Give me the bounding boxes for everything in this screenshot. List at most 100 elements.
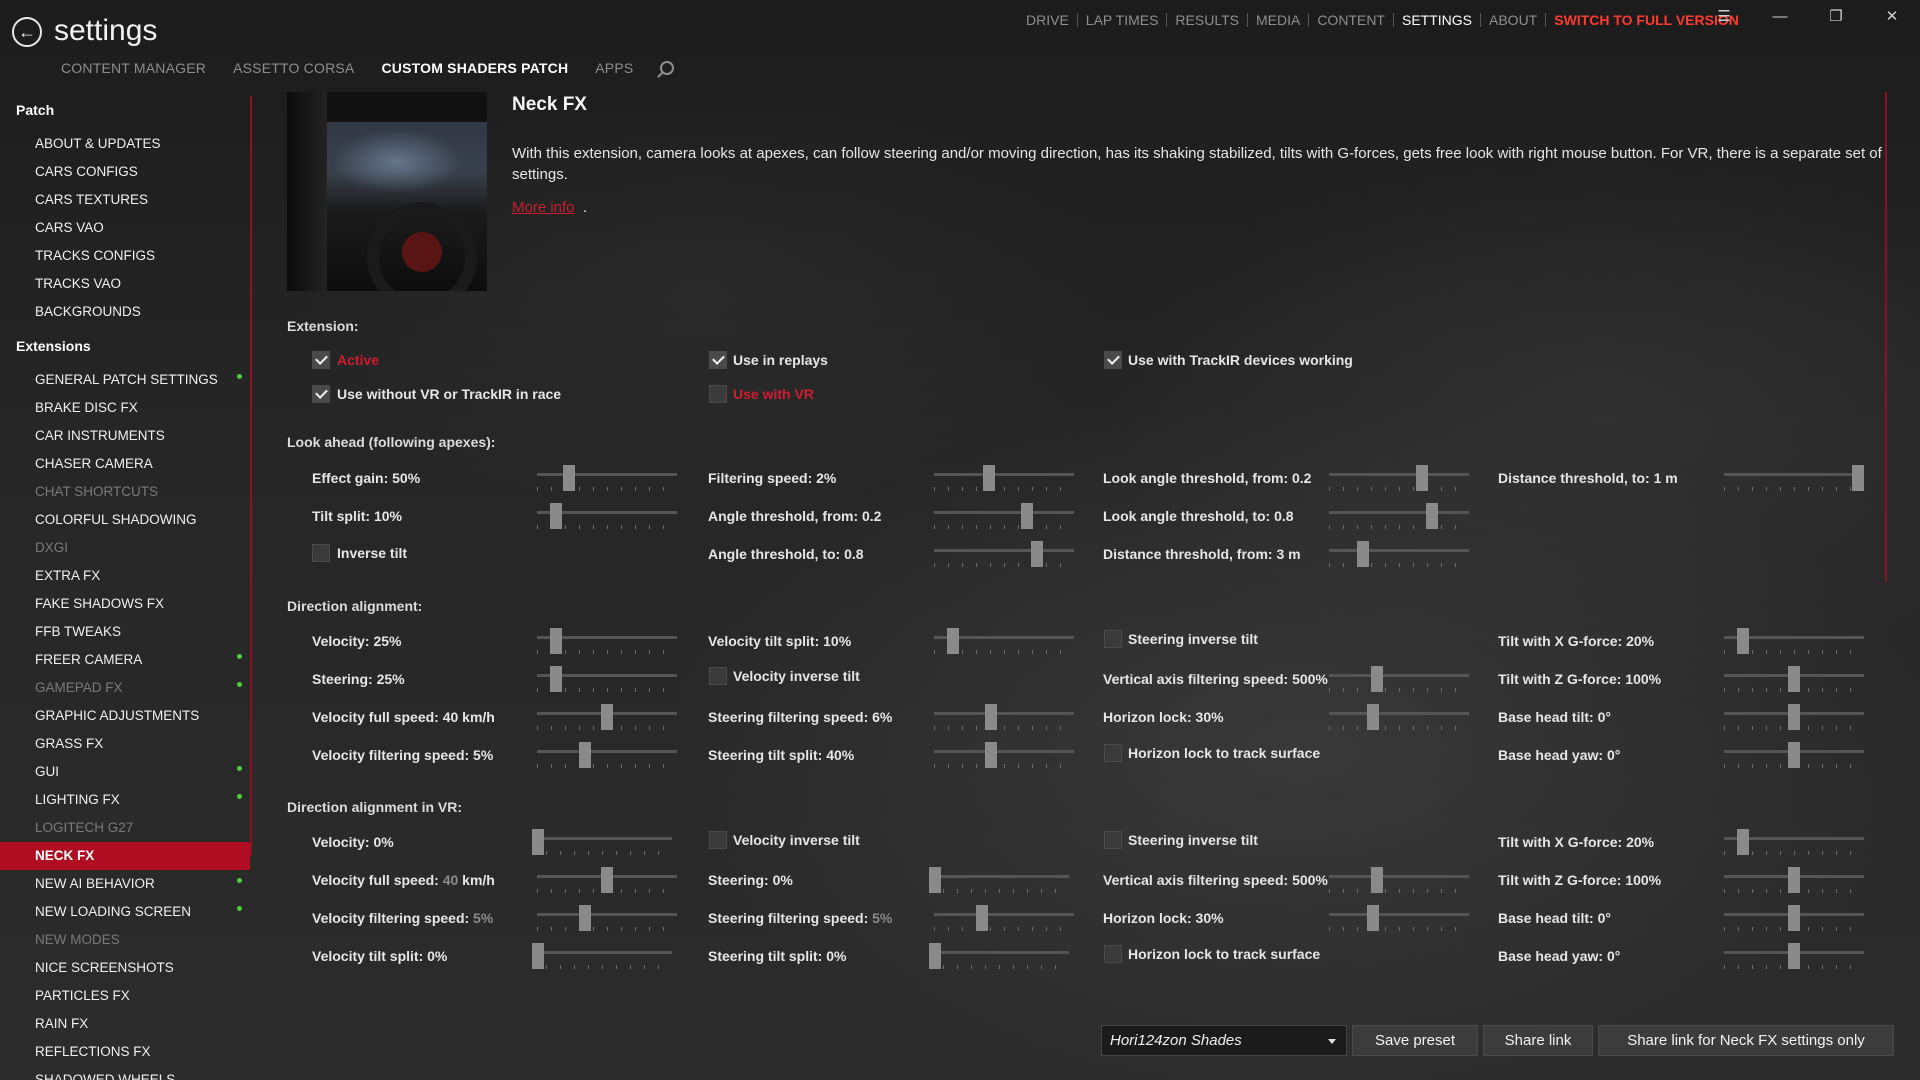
vr-horizon-lock-track-checkbox[interactable]: [1104, 945, 1122, 963]
horizon-lock-slider[interactable]: [1329, 704, 1469, 734]
sidebar-item-fake-shadows-fx[interactable]: FAKE SHADOWS FX: [0, 590, 250, 618]
sidebar-item-gui[interactable]: GUI: [0, 758, 250, 786]
sidebar-item-extra-fx[interactable]: EXTRA FX: [0, 562, 250, 590]
sidebar-item-cars-textures[interactable]: CARS TEXTURES: [0, 186, 250, 214]
slider-thumb[interactable]: [601, 867, 613, 893]
share-link-button[interactable]: Share link: [1483, 1025, 1593, 1056]
sidebar-item-rain-fx[interactable]: RAIN FX: [0, 1010, 250, 1038]
nav-media[interactable]: MEDIA: [1248, 12, 1308, 28]
sidebar-item-logitech-g27[interactable]: LOGITECH G27: [0, 814, 250, 842]
slider-thumb[interactable]: [1031, 541, 1043, 567]
slider-track[interactable]: [1329, 875, 1469, 878]
slider-track[interactable]: [1329, 549, 1469, 552]
slider-thumb[interactable]: [563, 465, 575, 491]
sidebar-item-about-updates[interactable]: ABOUT & UPDATES: [0, 130, 250, 158]
vr-vertical-filtering-slider[interactable]: [1329, 867, 1469, 897]
filtering-speed-slider[interactable]: [934, 465, 1074, 495]
sidebar-item-particles-fx[interactable]: PARTICLES FX: [0, 982, 250, 1010]
slider-track[interactable]: [1329, 712, 1469, 715]
restore-icon[interactable]: ❐: [1808, 0, 1864, 32]
sidebar-item-tracks-configs[interactable]: TRACKS CONFIGS: [0, 242, 250, 270]
slider-thumb[interactable]: [550, 503, 562, 529]
angle-to-slider[interactable]: [934, 541, 1074, 571]
velocity-tilt-split-slider[interactable]: [934, 628, 1074, 658]
nav-about[interactable]: ABOUT: [1481, 12, 1545, 28]
close-icon[interactable]: ✕: [1864, 0, 1920, 32]
use-without-vr-checkbox[interactable]: [312, 385, 330, 403]
slider-thumb[interactable]: [1852, 465, 1864, 491]
slider-thumb[interactable]: [1021, 503, 1033, 529]
slider-thumb[interactable]: [1788, 905, 1800, 931]
vr-steering-filtering-slider[interactable]: [934, 905, 1074, 935]
vertical-filtering-slider[interactable]: [1329, 666, 1469, 696]
vr-velocity-inverse-tilt-checkbox[interactable]: [709, 831, 727, 849]
slider-track[interactable]: [537, 750, 677, 753]
steering-slider[interactable]: [537, 666, 677, 696]
sidebar-item-lighting-fx[interactable]: LIGHTING FX: [0, 786, 250, 814]
save-preset-button[interactable]: Save preset: [1352, 1025, 1478, 1056]
sidebar-item-grass-fx[interactable]: GRASS FX: [0, 730, 250, 758]
slider-track[interactable]: [934, 712, 1074, 715]
slider-track[interactable]: [1329, 511, 1469, 514]
slider-thumb[interactable]: [929, 867, 941, 893]
sidebar-item-gamepad-fx[interactable]: GAMEPAD FX: [0, 674, 250, 702]
slider-thumb[interactable]: [983, 465, 995, 491]
look-angle-from-slider[interactable]: [1329, 465, 1469, 495]
slider-thumb[interactable]: [550, 666, 562, 692]
tilt-x-gforce-slider[interactable]: [1724, 628, 1864, 658]
slider-thumb[interactable]: [1416, 465, 1428, 491]
slider-track[interactable]: [537, 473, 677, 476]
more-info-link[interactable]: More info: [512, 199, 575, 216]
sidebar-item-general-patch-settings[interactable]: GENERAL PATCH SETTINGS: [0, 366, 250, 394]
sidebar-item-freer-camera[interactable]: FREER CAMERA: [0, 646, 250, 674]
slider-thumb[interactable]: [1737, 628, 1749, 654]
tab-apps[interactable]: APPS: [595, 60, 633, 76]
slider-track[interactable]: [532, 951, 672, 954]
tilt-split-slider[interactable]: [537, 503, 677, 533]
nav-drive[interactable]: DRIVE: [1018, 12, 1077, 28]
sidebar-item-nice-screenshots[interactable]: NICE SCREENSHOTS: [0, 954, 250, 982]
sidebar-item-new-modes[interactable]: NEW MODES: [0, 926, 250, 954]
slider-track[interactable]: [1724, 473, 1864, 476]
slider-thumb[interactable]: [1367, 905, 1379, 931]
tab-content-manager[interactable]: CONTENT MANAGER: [61, 60, 206, 76]
slider-track[interactable]: [934, 511, 1074, 514]
slider-thumb[interactable]: [579, 905, 591, 931]
slider-thumb[interactable]: [1357, 541, 1369, 567]
slider-thumb[interactable]: [947, 628, 959, 654]
back-button[interactable]: ←: [12, 17, 42, 47]
slider-thumb[interactable]: [550, 628, 562, 654]
sidebar-item-graphic-adjustments[interactable]: GRAPHIC ADJUSTMENTS: [0, 702, 250, 730]
sidebar-item-new-ai-behavior[interactable]: NEW AI BEHAVIOR: [0, 870, 250, 898]
sidebar-item-chaser-camera[interactable]: CHASER CAMERA: [0, 450, 250, 478]
tab-assetto-corsa[interactable]: ASSETTO CORSA: [233, 60, 354, 76]
slider-track[interactable]: [934, 473, 1074, 476]
sidebar-item-tracks-vao[interactable]: TRACKS VAO: [0, 270, 250, 298]
steering-filtering-slider[interactable]: [934, 704, 1074, 734]
vr-steering-inverse-tilt-checkbox[interactable]: [1104, 831, 1122, 849]
look-angle-to-slider[interactable]: [1329, 503, 1469, 533]
sidebar-item-reflections-fx[interactable]: REFLECTIONS FX: [0, 1038, 250, 1066]
sidebar-item-car-instruments[interactable]: CAR INSTRUMENTS: [0, 422, 250, 450]
vr-base-head-yaw-slider[interactable]: [1724, 943, 1864, 973]
vr-velocity-filtering-slider[interactable]: [537, 905, 677, 935]
slider-track[interactable]: [929, 875, 1069, 878]
search-icon[interactable]: [660, 61, 675, 75]
vr-tilt-x-gforce-slider[interactable]: [1724, 829, 1864, 859]
slider-thumb[interactable]: [1788, 943, 1800, 969]
vr-steering-slider[interactable]: [929, 867, 1069, 897]
slider-thumb[interactable]: [976, 905, 988, 931]
sidebar-item-chat-shortcuts[interactable]: CHAT SHORTCUTS: [0, 478, 250, 506]
slider-track[interactable]: [532, 837, 672, 840]
slider-thumb[interactable]: [532, 943, 544, 969]
distance-to-slider[interactable]: [1724, 465, 1864, 495]
sidebar-item-cars-vao[interactable]: CARS VAO: [0, 214, 250, 242]
vr-tilt-z-gforce-slider[interactable]: [1724, 867, 1864, 897]
vr-horizon-lock-slider[interactable]: [1329, 905, 1469, 935]
steering-tilt-split-slider[interactable]: [934, 742, 1074, 772]
content-scroll-indicator[interactable]: [1885, 92, 1887, 582]
slider-track[interactable]: [934, 750, 1074, 753]
slider-thumb[interactable]: [601, 704, 613, 730]
menu-icon[interactable]: ☰: [1696, 0, 1752, 32]
slider-thumb[interactable]: [1367, 704, 1379, 730]
